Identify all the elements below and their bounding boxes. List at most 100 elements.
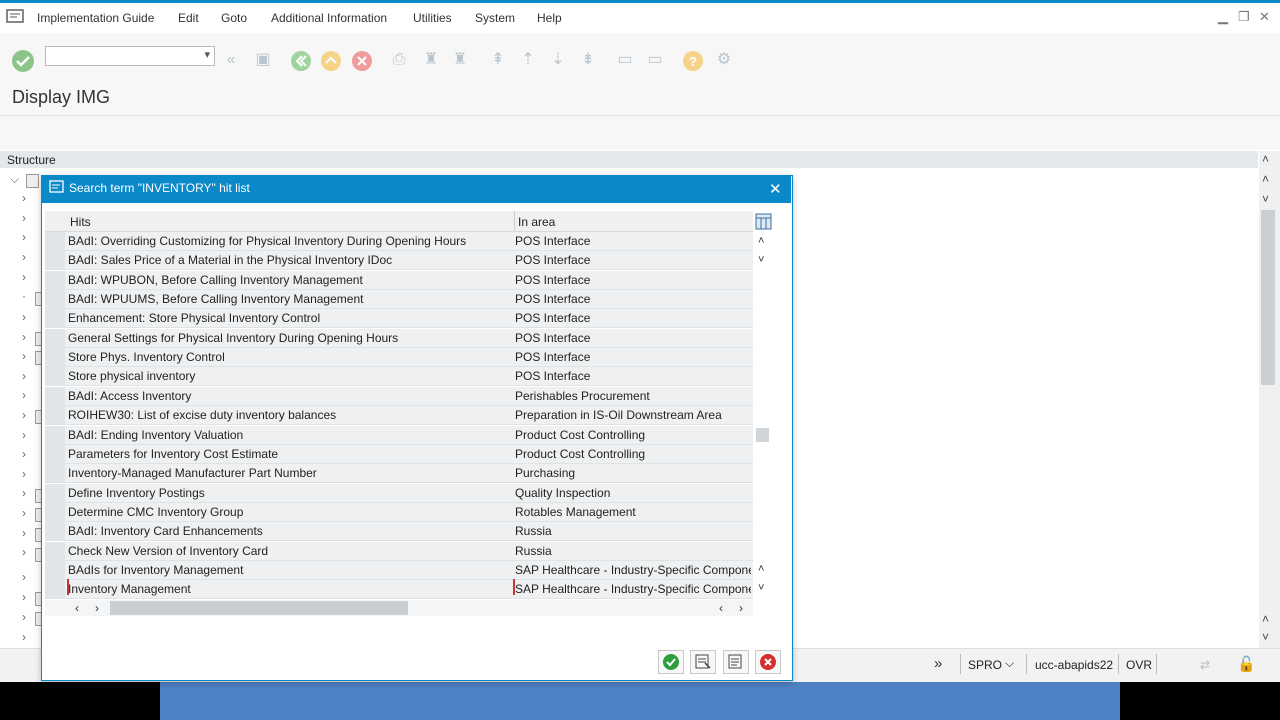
cell-area[interactable]: Product Cost Controlling (515, 447, 751, 461)
last-page-icon[interactable]: ⇟ (577, 49, 599, 71)
cell-area[interactable]: POS Interface (515, 331, 751, 345)
scroll-up-icon[interactable]: ˄ (1262, 612, 1269, 626)
help-icon[interactable]: ? (682, 50, 704, 72)
table-row[interactable]: BAdI: WPUUMS, Before Calling Inventory M… (45, 290, 753, 309)
cell-area[interactable]: POS Interface (515, 369, 751, 383)
row-selector[interactable] (45, 367, 65, 385)
app-menu-icon[interactable] (6, 9, 24, 23)
table-row[interactable]: Determine CMC Inventory Group Rotables Ma… (45, 503, 753, 522)
table-row[interactable]: BAdI: Ending Inventory Valuation Product … (45, 426, 753, 445)
row-selector[interactable] (45, 484, 65, 502)
enter-icon[interactable] (11, 49, 35, 73)
find-icon[interactable]: ♜ (420, 49, 442, 71)
cell-hit[interactable]: BAdI: Access Inventory (68, 389, 191, 403)
row-selector[interactable] (45, 251, 65, 269)
column-separator[interactable] (514, 211, 515, 231)
cell-hit[interactable]: General Settings for Physical Inventory … (68, 331, 398, 345)
back-double-icon[interactable]: « (220, 49, 242, 71)
cell-hit[interactable]: BAdI: WPUUMS, Before Calling Inventory M… (68, 292, 363, 306)
menu-goto[interactable]: Goto (221, 11, 247, 25)
first-page-icon[interactable]: ⇞ (487, 49, 509, 71)
table-row[interactable]: BAdI: Inventory Card Enhancements Russia (45, 522, 753, 541)
cell-area[interactable]: Purchasing (515, 466, 751, 480)
cell-area[interactable]: Russia (515, 524, 751, 538)
grid-scroll-up-icon[interactable]: ˅ (758, 254, 764, 266)
status-expand-icon[interactable]: » (934, 655, 942, 672)
save-icon[interactable]: ▣ (252, 49, 274, 71)
cell-area[interactable]: POS Interface (515, 350, 751, 364)
cell-area[interactable]: Rotables Management (515, 505, 751, 519)
cell-hit[interactable]: BAdIs for Inventory Management (68, 563, 243, 577)
table-row[interactable]: Check New Version of Inventory Card Russi… (45, 542, 753, 561)
cell-hit[interactable]: BAdI: Inventory Card Enhancements (68, 524, 263, 538)
row-selector[interactable] (45, 561, 65, 579)
confirm-button[interactable] (658, 650, 684, 674)
cell-area[interactable]: Product Cost Controlling (515, 428, 751, 442)
cell-hit[interactable]: Check New Version of Inventory Card (68, 544, 268, 558)
cell-area[interactable]: POS Interface (515, 311, 751, 325)
cell-hit[interactable]: BAdI: Ending Inventory Valuation (68, 428, 243, 442)
cell-hit[interactable]: Inventory Management (68, 582, 191, 596)
row-selector[interactable] (45, 522, 65, 540)
row-selector[interactable] (45, 329, 65, 347)
table-row[interactable]: Parameters for Inventory Cost Estimate Pr… (45, 445, 753, 464)
table-row[interactable]: BAdI: Overriding Customizing for Physica… (45, 232, 753, 251)
row-selector[interactable] (45, 426, 65, 444)
tree-chevron-right-icon[interactable]: › (22, 191, 42, 211)
cell-area[interactable]: SAP Healthcare - Industry-Specific Compo… (515, 582, 751, 596)
row-selector[interactable] (45, 387, 65, 405)
row-selector[interactable] (45, 464, 65, 482)
tree-chevron-right-icon[interactable]: › (22, 369, 42, 389)
scroll-down-icon[interactable]: ˅ (1262, 630, 1269, 644)
cell-hit[interactable]: ROIHEW30: List of excise duty inventory … (68, 408, 336, 422)
scroll-left-icon[interactable]: ‹ (719, 601, 723, 615)
next-page-icon[interactable]: ⇣ (547, 49, 569, 71)
menu-system[interactable]: System (475, 11, 515, 25)
table-row[interactable]: BAdI: Access Inventory Perishables Procur… (45, 387, 753, 406)
table-row[interactable]: Store Phys. Inventory Control POS Interfa… (45, 348, 753, 367)
cell-hit[interactable]: Inventory-Managed Manufacturer Part Numb… (68, 466, 317, 480)
restore-icon[interactable]: ❐ (1238, 9, 1250, 25)
row-selector[interactable] (45, 542, 65, 560)
select-entry-button[interactable] (690, 650, 716, 674)
column-header-hits[interactable]: Hits (70, 215, 91, 229)
cell-area[interactable]: POS Interface (515, 253, 751, 267)
exit-icon[interactable] (320, 50, 342, 72)
tree-chevron-right-icon[interactable]: › (22, 250, 42, 270)
tree-chevron-right-icon[interactable]: › (22, 211, 42, 231)
menu-additional-information[interactable]: Additional Information (271, 11, 387, 25)
tree-chevron-right-icon[interactable]: › (22, 467, 42, 487)
row-selector[interactable] (45, 445, 65, 463)
cancel-icon[interactable] (351, 50, 373, 72)
chevron-down-icon[interactable]: ⌵ (1005, 656, 1014, 671)
tree-chevron-right-icon[interactable]: › (22, 447, 42, 467)
grid-scroll-thumb[interactable] (756, 428, 769, 442)
row-selector[interactable] (45, 309, 65, 327)
grid-settings-icon[interactable] (755, 213, 772, 230)
command-field[interactable]: ▾ (45, 46, 215, 66)
cell-hit[interactable]: Define Inventory Postings (68, 486, 205, 500)
cell-area[interactable]: Russia (515, 544, 751, 558)
lock-icon[interactable]: 🔓 (1237, 655, 1256, 673)
cell-hit[interactable]: Store Phys. Inventory Control (68, 350, 225, 364)
shortcut-icon[interactable]: ▭ (644, 49, 666, 71)
main-scroll-thumb[interactable] (1261, 210, 1275, 385)
cell-hit[interactable]: Parameters for Inventory Cost Estimate (68, 447, 278, 461)
row-selector[interactable] (45, 271, 65, 289)
row-selector[interactable] (45, 290, 65, 308)
cell-area[interactable]: Preparation in IS-Oil Downstream Area (515, 408, 751, 422)
menu-help[interactable]: Help (537, 11, 562, 25)
tree-chevron-right-icon[interactable]: › (22, 570, 42, 590)
grid-scroll-down-icon[interactable]: ˅ (758, 582, 764, 594)
settings-gear-icon[interactable]: ⚙ (713, 49, 735, 71)
cell-hit[interactable]: Enhancement: Store Physical Inventory Co… (68, 311, 320, 325)
cell-hit[interactable]: Determine CMC Inventory Group (68, 505, 243, 519)
table-row[interactable]: Store physical inventory POS Interface (45, 367, 753, 386)
chevron-up-icon[interactable]: ˄ (1262, 152, 1269, 166)
close-icon[interactable]: ✕ (769, 180, 782, 198)
row-selector[interactable] (45, 232, 65, 250)
scroll-right-icon[interactable]: › (95, 601, 99, 615)
table-row[interactable]: BAdI: Sales Price of a Material in the P… (45, 251, 753, 270)
grid-scroll-top-icon[interactable]: ˄ (758, 235, 764, 247)
table-row[interactable]: Inventory Management SAP Healthcare - Ind… (45, 580, 753, 599)
